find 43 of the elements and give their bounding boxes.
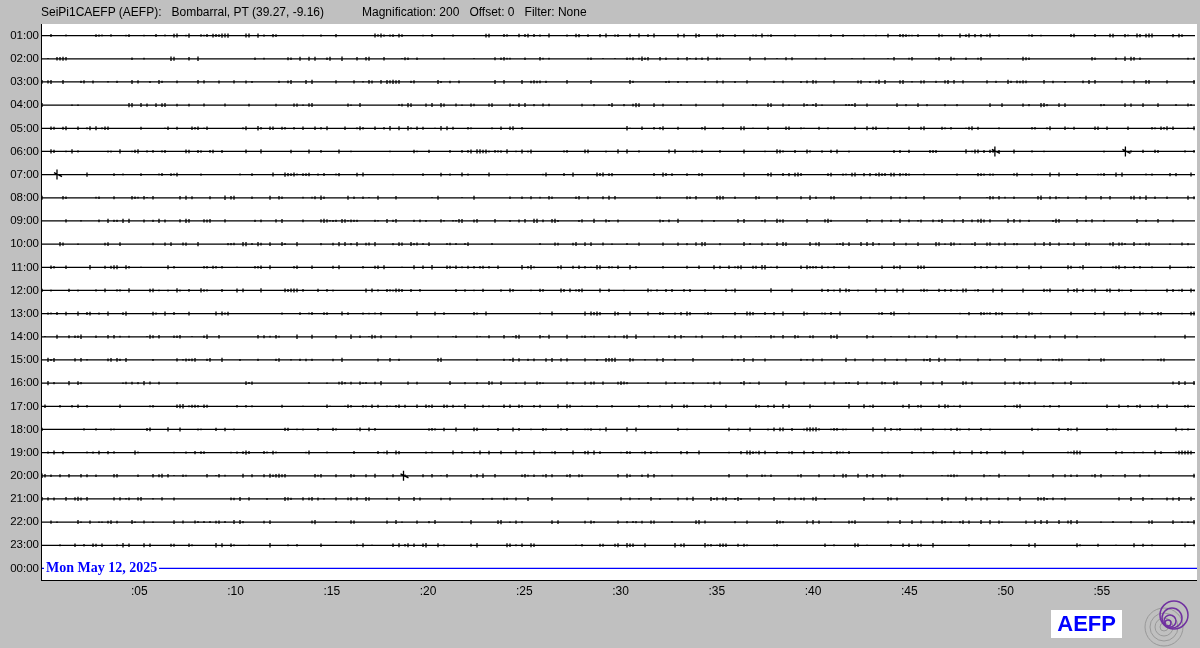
station-logo: AEFP xyxy=(1051,610,1122,638)
hour-label: 04:00 xyxy=(9,97,40,113)
hour-label: 16:00 xyxy=(9,375,40,391)
concentric-rings-icon xyxy=(1142,599,1192,648)
hour-label: 15:00 xyxy=(9,352,40,368)
hour-label: 20:00 xyxy=(9,467,40,483)
minute-tick-label: :05 xyxy=(130,584,148,598)
hour-label: 14:00 xyxy=(9,329,40,345)
minute-tick-label: :55 xyxy=(1093,584,1111,598)
hour-label: 01:00 xyxy=(9,28,40,43)
minute-tick-label: :10 xyxy=(227,584,244,598)
hour-label: 22:00 xyxy=(9,514,40,530)
date-label: Mon May 12, 2025 xyxy=(44,560,160,576)
hour-label: 05:00 xyxy=(9,120,40,136)
station-location: Bombarral, PT (39.27, -9.16) xyxy=(171,5,324,19)
minute-tick-label: :40 xyxy=(804,584,822,598)
hour-label: 19:00 xyxy=(9,444,40,460)
minute-tick-label: :50 xyxy=(997,584,1014,598)
hour-label: 08:00 xyxy=(9,190,40,206)
magnification-label: Magnification: 200 xyxy=(362,5,460,19)
hour-label: 10:00 xyxy=(9,236,40,252)
minute-tick-label: :35 xyxy=(708,584,726,598)
hour-label: 00:00 xyxy=(9,560,40,576)
minute-tick-label: :20 xyxy=(419,584,437,598)
minute-tick-label: :30 xyxy=(612,584,629,598)
hour-label: 07:00 xyxy=(9,166,40,182)
hour-label: 06:00 xyxy=(9,143,40,159)
hour-label: 03:00 xyxy=(9,74,40,90)
minute-tick-label: :45 xyxy=(900,584,918,598)
hour-label: 18:00 xyxy=(9,421,40,437)
hour-label: 11:00 xyxy=(10,259,40,275)
hour-label: 02:00 xyxy=(9,51,40,67)
offset-label: Offset: 0 xyxy=(469,5,515,19)
minute-tick-label: :15 xyxy=(323,584,341,598)
hour-label: 13:00 xyxy=(9,305,40,321)
hour-label: 23:00 xyxy=(9,537,40,553)
hour-label: 12:00 xyxy=(9,282,40,298)
minute-tick-label: :25 xyxy=(515,584,533,598)
hour-label: 17:00 xyxy=(9,398,40,414)
hour-label: 21:00 xyxy=(9,491,40,507)
station-name: SeiPi1CAEFP (AEFP): xyxy=(41,5,162,19)
filter-label: Filter: None xyxy=(524,5,587,19)
hour-label: 09:00 xyxy=(9,213,40,229)
